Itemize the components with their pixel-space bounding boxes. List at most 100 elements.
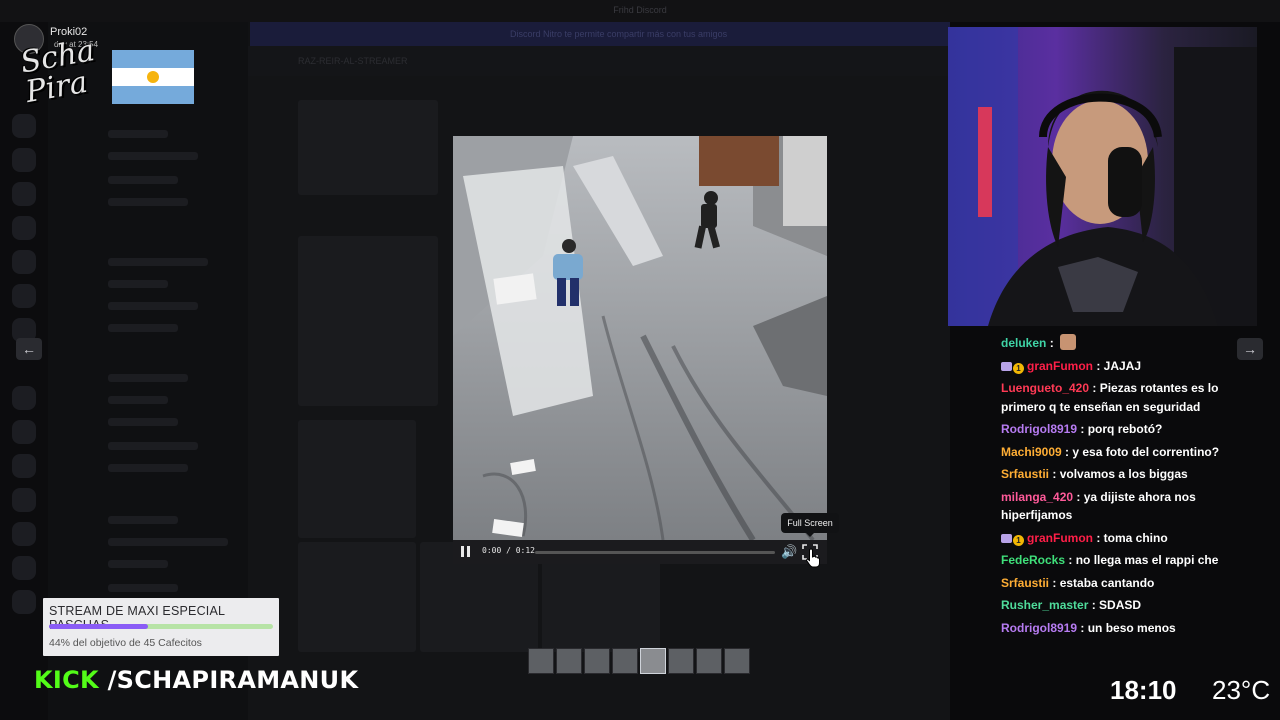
nitro-banner: Discord Nitro te permite compartir más c… bbox=[250, 22, 950, 46]
chat-username[interactable]: Rodrigol8919 bbox=[1001, 621, 1077, 635]
media-thumbnail[interactable] bbox=[724, 648, 750, 674]
chat-message: Rodrigol8919 : un beso menos bbox=[1001, 619, 1233, 638]
media-thumbnail[interactable] bbox=[528, 648, 554, 674]
video-frame bbox=[453, 136, 827, 540]
video-player[interactable]: 0:00 / 0:12 🔊 bbox=[453, 136, 827, 564]
channel-item bbox=[108, 198, 188, 206]
pause-button[interactable] bbox=[458, 544, 474, 560]
video-seekbar[interactable] bbox=[535, 551, 775, 554]
channel-item bbox=[108, 418, 178, 426]
media-thumbnail[interactable] bbox=[696, 648, 722, 674]
chat-username[interactable]: FedeRocks bbox=[1001, 553, 1065, 567]
chat-message: FedeRocks : no llega mas el rappi che bbox=[1001, 551, 1233, 570]
chat-message: Luengueto_420 : Piezas rotantes es lo pr… bbox=[1001, 379, 1233, 416]
channel-item bbox=[108, 280, 168, 288]
chat-text: JAJAJ bbox=[1103, 358, 1142, 373]
server-list bbox=[0, 22, 48, 720]
channel-item bbox=[108, 374, 188, 382]
chat-username[interactable]: Srfaustii bbox=[1001, 576, 1049, 590]
hand-cursor-icon bbox=[806, 548, 820, 568]
flag-sun-icon bbox=[147, 71, 159, 83]
chat-separator: : bbox=[1046, 336, 1058, 350]
chat-username[interactable]: Srfaustii bbox=[1001, 467, 1049, 481]
channel-item bbox=[108, 302, 198, 310]
chat-message: Rusher_master : SDASD bbox=[1001, 596, 1233, 615]
donation-goal-widget: STREAM DE MAXI ESPECIAL PASCUAS 44% del … bbox=[43, 598, 279, 656]
goal-progress-fill bbox=[49, 624, 148, 629]
attachment-tile bbox=[298, 100, 438, 195]
chat-text: toma chino bbox=[1103, 530, 1168, 545]
clock: 18:10 bbox=[1110, 675, 1177, 705]
media-thumbnail[interactable] bbox=[612, 648, 638, 674]
media-thumbnail[interactable] bbox=[584, 648, 610, 674]
goal-subtitle: 44% del objetivo de 45 Cafecitos bbox=[49, 637, 202, 649]
media-thumbnail-strip bbox=[528, 648, 752, 674]
chat-separator: : bbox=[1088, 598, 1100, 612]
window-titlebar: Frihd Discord bbox=[0, 0, 1280, 22]
channel-item bbox=[108, 130, 168, 138]
subscriber-badge-icon bbox=[1001, 533, 1012, 543]
chat-text: porq rebotó? bbox=[1087, 422, 1163, 436]
chat-separator: : bbox=[1077, 422, 1088, 436]
kick-handle: /SCHAPIRAMANUK bbox=[107, 666, 359, 694]
channel-header-title: RAZ-REIR-AL-STREAMER bbox=[298, 56, 408, 66]
channel-item bbox=[108, 396, 168, 404]
chat-separator: : bbox=[1093, 530, 1104, 545]
chat-text: SDASD bbox=[1099, 598, 1142, 612]
chat-message: 1 granFumon : toma chino bbox=[1001, 529, 1233, 548]
chat-text: no llega mas el rappi che bbox=[1075, 553, 1219, 567]
server-icon bbox=[12, 216, 36, 240]
media-thumbnail[interactable] bbox=[640, 648, 666, 674]
temperature: 23°C bbox=[1212, 675, 1271, 705]
next-media-button[interactable]: → bbox=[1237, 338, 1263, 360]
server-icon bbox=[12, 454, 36, 478]
server-icon bbox=[12, 488, 36, 512]
chat-username[interactable]: granFumon bbox=[1027, 531, 1093, 545]
server-icon bbox=[12, 284, 36, 308]
chat-message: Machi9009 : y esa foto del correntino? bbox=[1001, 443, 1233, 462]
channel-item bbox=[108, 324, 178, 332]
chat-username[interactable]: milanga_420 bbox=[1001, 490, 1073, 504]
channel-item bbox=[108, 464, 188, 472]
chat-username[interactable]: Machi9009 bbox=[1001, 445, 1062, 459]
chat-username[interactable]: Rodrigol8919 bbox=[1001, 422, 1077, 436]
webcam-image bbox=[948, 27, 1257, 326]
chat-separator: : bbox=[1073, 489, 1084, 504]
chat-username[interactable]: deluken bbox=[1001, 336, 1046, 350]
media-thumbnail[interactable] bbox=[668, 648, 694, 674]
channel-item bbox=[108, 584, 178, 592]
stream-scene: Frihd Discord Discord Nitro te permite c… bbox=[0, 0, 1280, 720]
nitro-banner-text: Discord Nitro te permite compartir más c… bbox=[510, 29, 728, 39]
video-time: 0:00 / 0:12 bbox=[482, 546, 535, 555]
channel-item bbox=[108, 516, 178, 524]
chat-username[interactable]: granFumon bbox=[1027, 359, 1093, 373]
argentina-flag-icon bbox=[112, 50, 194, 104]
chat-text: un beso menos bbox=[1087, 620, 1176, 635]
volume-icon[interactable]: 🔊 bbox=[781, 543, 797, 561]
previous-media-button[interactable]: ← bbox=[16, 338, 42, 360]
server-icon bbox=[12, 522, 36, 546]
chat-separator: : bbox=[1093, 358, 1104, 373]
channel-item bbox=[108, 560, 168, 568]
server-icon bbox=[12, 556, 36, 580]
chat-separator: : bbox=[1077, 620, 1088, 635]
flag-stripe-bottom bbox=[112, 86, 194, 104]
channel-item bbox=[108, 442, 198, 450]
channel-header: RAZ-REIR-AL-STREAMER bbox=[248, 46, 950, 76]
chat-separator: : bbox=[1065, 553, 1076, 567]
chat-message: deluken : bbox=[1001, 334, 1233, 353]
attachment-tile bbox=[298, 420, 416, 538]
channel-item bbox=[108, 258, 208, 266]
server-icon bbox=[12, 420, 36, 444]
chat-text: volvamos a los biggas bbox=[1059, 467, 1188, 481]
media-thumbnail[interactable] bbox=[556, 648, 582, 674]
chat-message: Srfaustii : volvamos a los biggas bbox=[1001, 465, 1233, 484]
user-overlay: Proki02 day at 23:54 Scha Pira bbox=[14, 22, 204, 117]
chat-username[interactable]: Rusher_master bbox=[1001, 598, 1088, 612]
attachment-tile bbox=[298, 236, 438, 406]
chat-message: Srfaustii : estaba cantando bbox=[1001, 574, 1233, 593]
kick-branding: KICK /SCHAPIRAMANUK bbox=[34, 666, 358, 694]
chat-message: milanga_420 : ya dijiste ahora nos hiper… bbox=[1001, 488, 1233, 525]
chat-username[interactable]: Luengueto_420 bbox=[1001, 381, 1089, 395]
chat-message: 1 granFumon : JAJAJ bbox=[1001, 357, 1233, 376]
